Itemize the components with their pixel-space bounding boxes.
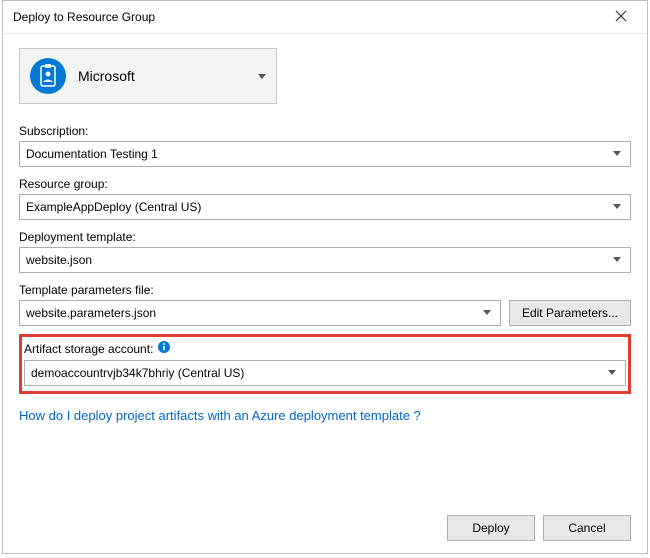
chevron-down-icon [608,257,626,263]
template-params-label: Template parameters file: [19,283,631,297]
resource-group-value: ExampleAppDeploy (Central US) [26,200,608,214]
edit-parameters-button[interactable]: Edit Parameters... [509,300,631,326]
template-params-combo[interactable]: website.parameters.json [19,300,501,326]
window-title: Deploy to Resource Group [13,10,155,24]
badge-icon [30,58,66,94]
cancel-button[interactable]: Cancel [543,515,631,541]
artifact-storage-label-text: Artifact storage account: [24,342,153,356]
chevron-down-icon [258,69,266,83]
chevron-down-icon [608,204,626,210]
deployment-template-label: Deployment template: [19,230,631,244]
resource-group-combo[interactable]: ExampleAppDeploy (Central US) [19,194,631,220]
dialog-window: Deploy to Resource Group Microsoft Subs [2,0,648,554]
artifact-storage-label: Artifact storage account: [24,340,626,357]
artifact-storage-value: demoaccountrvjb34k7bhriy (Central US) [31,366,603,380]
subscription-value: Documentation Testing 1 [26,147,608,161]
titlebar: Deploy to Resource Group [3,1,647,34]
content-area: Microsoft Subscription: Documentation Te… [3,34,647,503]
deployment-template-combo[interactable]: website.json [19,247,631,273]
dialog-footer: Deploy Cancel [3,503,647,553]
account-selector[interactable]: Microsoft [19,48,277,104]
info-icon[interactable] [157,340,171,357]
deploy-button[interactable]: Deploy [447,515,535,541]
resource-group-label: Resource group: [19,177,631,191]
subscription-combo[interactable]: Documentation Testing 1 [19,141,631,167]
account-name: Microsoft [78,68,258,84]
deployment-template-value: website.json [26,253,608,267]
close-icon [615,10,627,25]
close-button[interactable] [601,3,641,31]
artifact-storage-combo[interactable]: demoaccountrvjb34k7bhriy (Central US) [24,360,626,386]
artifact-highlight: Artifact storage account: demoaccountrvj… [19,334,631,394]
subscription-label: Subscription: [19,124,631,138]
help-link[interactable]: How do I deploy project artifacts with a… [19,408,421,423]
chevron-down-icon [608,151,626,157]
chevron-down-icon [478,310,496,316]
chevron-down-icon [603,370,621,376]
template-params-value: website.parameters.json [26,306,478,320]
